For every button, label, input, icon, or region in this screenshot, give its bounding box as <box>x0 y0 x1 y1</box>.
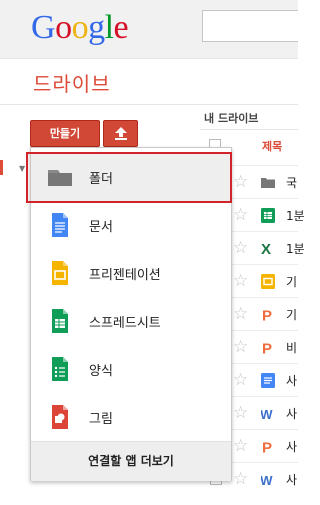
search-input[interactable] <box>202 10 298 42</box>
star-icon[interactable]: ☆ <box>233 403 248 423</box>
column-header-title[interactable]: 제목 <box>262 138 282 154</box>
logo-letter: o <box>71 9 89 46</box>
svg-text:W: W <box>261 473 273 487</box>
file-name: 1분 <box>286 209 305 223</box>
logo-letter: G <box>31 9 56 46</box>
menu-item-label: 프리젠테이션 <box>89 268 161 283</box>
svg-text:P: P <box>262 308 272 323</box>
upload-button[interactable] <box>103 120 138 147</box>
folder-icon <box>261 178 275 188</box>
file-name: 기 <box>286 275 298 289</box>
word-icon: W <box>261 407 273 421</box>
caret-down-icon[interactable]: ▼ <box>19 164 25 173</box>
file-name: 사 <box>286 407 298 421</box>
drawings-icon <box>52 405 68 429</box>
breadcrumb[interactable]: 내 드라이브 <box>204 110 258 126</box>
star-icon[interactable]: ☆ <box>233 238 248 258</box>
divider <box>0 104 298 105</box>
docs-icon <box>52 213 68 237</box>
menu-item-label: 스프레드시트 <box>89 316 161 331</box>
file-name: 사 <box>286 440 298 454</box>
docs-icon <box>261 373 275 388</box>
svg-text:P: P <box>262 341 272 356</box>
sheets-icon <box>52 309 68 333</box>
svg-text:X: X <box>261 241 271 256</box>
star-icon[interactable]: ☆ <box>233 172 248 192</box>
slides-icon <box>52 261 68 285</box>
file-name: 1분 <box>286 242 305 256</box>
star-icon[interactable]: ☆ <box>233 370 248 390</box>
word-icon: W <box>261 473 273 487</box>
menu-item-docs[interactable]: 문서 <box>31 201 231 249</box>
selected-nav-indicator <box>0 160 3 175</box>
google-logo[interactable]: Google <box>31 8 129 48</box>
file-name: 사 <box>286 374 298 388</box>
create-button[interactable]: 만들기 <box>30 120 100 147</box>
star-icon[interactable]: ☆ <box>233 205 248 225</box>
menu-item-drawings[interactable]: 그림 <box>31 393 231 441</box>
star-icon[interactable]: ☆ <box>233 304 248 324</box>
logo-letter: g <box>88 9 105 46</box>
upload-arrow-icon <box>115 127 127 140</box>
excel-icon: X <box>261 241 271 256</box>
powerpoint-icon: P <box>262 308 272 323</box>
sheets-icon <box>261 208 275 223</box>
file-name: 비 <box>286 341 298 355</box>
divider <box>0 58 298 59</box>
svg-text:P: P <box>262 440 272 455</box>
menu-item-forms[interactable]: 양식 <box>31 345 231 393</box>
menu-item-sheets[interactable]: 스프레드시트 <box>31 297 231 345</box>
file-name: 기 <box>286 308 298 322</box>
slides-icon <box>261 274 275 289</box>
top-bar: Google <box>0 0 298 58</box>
connect-more-apps-button[interactable]: 연결할 앱 더보기 <box>31 441 231 481</box>
menu-item-slides[interactable]: 프리젠테이션 <box>31 249 231 297</box>
file-name: 국 <box>286 176 298 190</box>
divider <box>200 129 298 130</box>
forms-icon <box>52 357 68 381</box>
logo-letter: o <box>55 9 72 46</box>
menu-item-label: 그림 <box>89 412 113 427</box>
menu-item-label: 양식 <box>89 364 113 379</box>
menu-item-label: 문서 <box>89 220 113 235</box>
star-icon[interactable]: ☆ <box>233 337 248 357</box>
powerpoint-icon: P <box>262 341 272 356</box>
highlight-annotation-box <box>26 152 232 203</box>
powerpoint-icon: P <box>262 440 272 455</box>
logo-letter: l <box>104 9 114 46</box>
logo-letter: e <box>113 9 129 46</box>
star-icon[interactable]: ☆ <box>233 271 248 291</box>
svg-text:W: W <box>261 407 273 421</box>
star-icon[interactable]: ☆ <box>233 469 248 489</box>
file-name: 사 <box>286 473 298 487</box>
star-icon[interactable]: ☆ <box>233 436 248 456</box>
app-title: 드라이브 <box>33 72 111 96</box>
